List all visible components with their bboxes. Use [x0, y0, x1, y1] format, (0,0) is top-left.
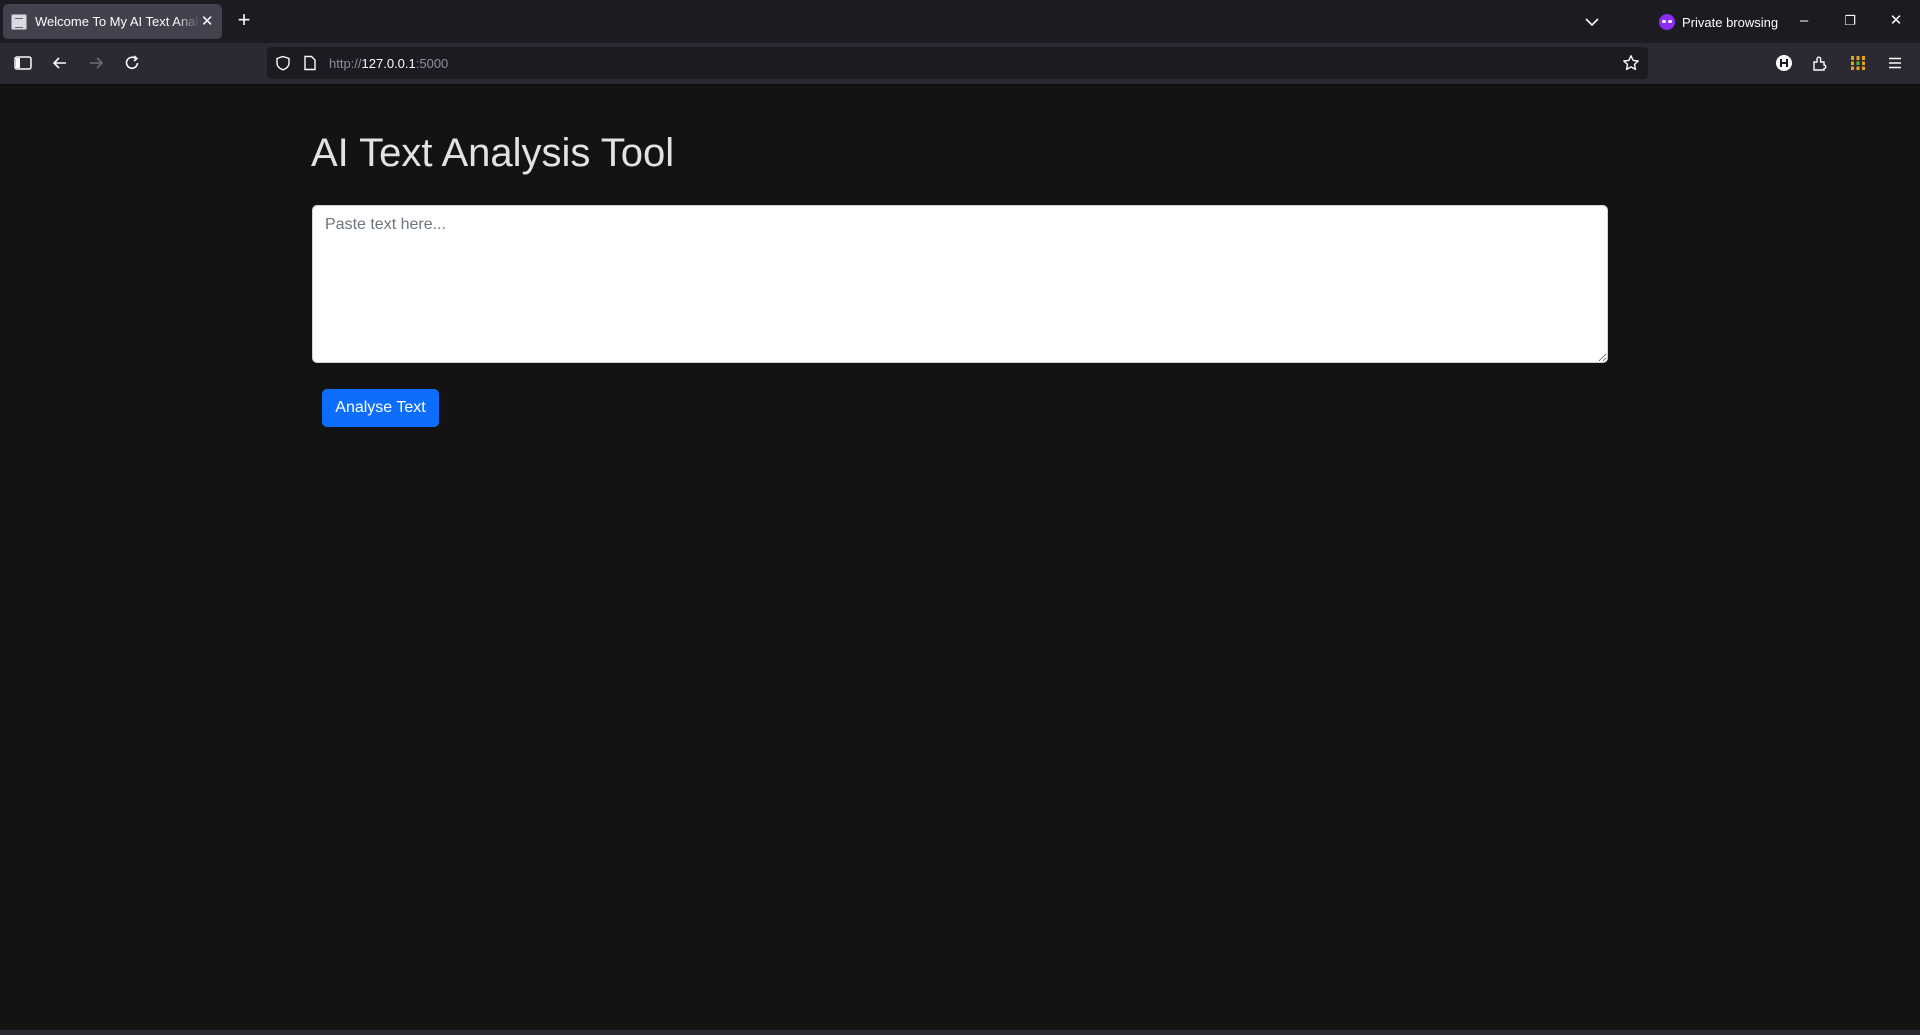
- url-bar[interactable]: http://127.0.0.1:5000: [267, 47, 1648, 79]
- close-window-button[interactable]: ✕: [1882, 8, 1910, 34]
- url-text[interactable]: http://127.0.0.1:5000: [329, 56, 448, 71]
- page-title: AI Text Analysis Tool: [311, 131, 675, 175]
- bookmark-star-icon[interactable]: [1622, 54, 1640, 77]
- url-host: 127.0.0.1: [361, 56, 416, 71]
- page-favicon-icon: [11, 13, 27, 30]
- private-browsing-label: Private browsing: [1682, 14, 1779, 30]
- tab-close-icon[interactable]: ✕: [200, 14, 214, 29]
- extension-h-icon[interactable]: [1774, 53, 1794, 73]
- text-input-area[interactable]: [312, 205, 1608, 363]
- url-port: :5000: [415, 56, 449, 71]
- sidebar-icon[interactable]: [13, 53, 33, 73]
- tab-list-chevron-icon[interactable]: [1582, 12, 1602, 32]
- new-tab-button[interactable]: +: [234, 9, 254, 31]
- restore-button[interactable]: ❐: [1836, 8, 1864, 34]
- forward-icon[interactable]: [86, 53, 106, 73]
- tab-title: Welcome To My AI Text Analysis: [35, 14, 200, 29]
- page-info-icon[interactable]: [303, 55, 317, 76]
- active-tab[interactable]: Welcome To My AI Text Analysis ✕: [3, 4, 222, 39]
- bottom-border: [0, 1030, 1920, 1035]
- menu-icon[interactable]: [1885, 53, 1905, 73]
- minimize-button[interactable]: –: [1790, 8, 1818, 34]
- page-content: AI Text Analysis Tool Analyse Text: [0, 85, 1920, 1035]
- reload-icon[interactable]: [122, 53, 142, 73]
- extensions-icon[interactable]: [1810, 53, 1830, 73]
- shield-icon[interactable]: [275, 55, 291, 76]
- private-mask-icon: [1659, 14, 1675, 30]
- analyse-text-button[interactable]: Analyse Text: [322, 389, 439, 427]
- private-browsing-indicator: Private browsing: [1659, 10, 1778, 34]
- url-scheme: http://: [329, 56, 362, 71]
- navigation-toolbar: http://127.0.0.1:5000: [0, 43, 1920, 84]
- tab-strip: Welcome To My AI Text Analysis ✕ + Priva…: [0, 0, 1920, 43]
- grid-extension-icon[interactable]: [1848, 53, 1868, 73]
- back-icon[interactable]: [50, 53, 70, 73]
